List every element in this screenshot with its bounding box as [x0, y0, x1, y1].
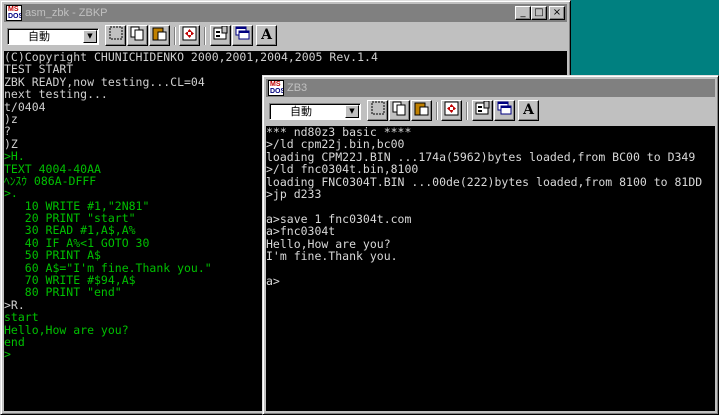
console-line: >/ld cpm22j.bin,bc00 [266, 137, 405, 152]
console-line: a> [266, 273, 280, 288]
background-button[interactable] [232, 25, 253, 46]
font-size-value: 自動 [28, 30, 50, 43]
paste-icon [414, 102, 429, 116]
dropdown-arrow-icon[interactable]: ▼ [83, 30, 97, 43]
background-icon [497, 101, 512, 115]
mark-icon [371, 101, 384, 115]
copy-button[interactable] [389, 100, 410, 121]
console-line: >jp d233 [266, 186, 322, 201]
mark-button[interactable] [105, 25, 126, 46]
dropdown-arrow-icon[interactable]: ▼ [345, 105, 359, 118]
console-line: loading FNC0304T.BIN ...00de(222)bytes l… [266, 174, 703, 189]
copy-button[interactable] [127, 25, 148, 46]
copy-icon [392, 101, 406, 116]
mark-button[interactable] [367, 100, 388, 121]
properties-button[interactable] [210, 25, 231, 46]
font-button[interactable]: A [256, 25, 277, 46]
paste-icon [152, 27, 167, 41]
console-line: TEST START [4, 62, 74, 77]
background-button[interactable] [494, 100, 515, 121]
console-output[interactable]: *** nd80z3 basic **** >/ld cpm22j.bin,bc0… [266, 126, 715, 411]
toolbar-separator [466, 102, 468, 120]
maximize-button[interactable]: □ [531, 6, 547, 20]
console-line: >/ld fnc0304t.bin,8100 [266, 162, 419, 177]
title-bar[interactable]: MS DOS ZB3 [266, 79, 715, 97]
background-icon [235, 26, 250, 40]
toolbar: 自動 ▼ A [4, 23, 567, 49]
properties-icon [475, 100, 490, 115]
font-size-select[interactable]: 自動 ▼ [269, 103, 361, 120]
font-size-select[interactable]: 自動 ▼ [7, 28, 99, 45]
toolbar-separator [174, 27, 176, 45]
fullscreen-icon [182, 26, 197, 41]
fullscreen-icon [444, 101, 459, 116]
fullscreen-button[interactable] [441, 100, 462, 121]
toolbar-separator [204, 27, 206, 45]
mark-icon [109, 26, 122, 40]
console-line: a>fnc0304t [266, 224, 336, 239]
paste-button[interactable] [411, 100, 432, 121]
close-button[interactable]: × [549, 6, 565, 20]
minimize-button[interactable]: _ [515, 6, 531, 20]
console-line: (C)Copyright CHUNICHIDENKO 2000,2001,200… [4, 51, 378, 64]
paste-button[interactable] [149, 25, 170, 46]
copy-icon [130, 26, 144, 41]
title-bar[interactable]: MS DOS asm_zbk - ZBKP _ □ × [4, 4, 567, 22]
zb3-window[interactable]: MS DOS ZB3 自動 ▼ A *** nd80z3 basic **** >/… [262, 75, 719, 415]
window-title: asm_zbk - ZBKP [25, 7, 108, 19]
properties-button[interactable] [472, 100, 493, 121]
app-icon[interactable]: MS DOS [268, 80, 284, 96]
font-button[interactable]: A [518, 100, 539, 121]
app-icon[interactable]: MS DOS [6, 5, 22, 21]
properties-icon [213, 25, 228, 40]
fullscreen-button[interactable] [179, 25, 200, 46]
font-size-value: 自動 [290, 105, 312, 118]
toolbar-separator [436, 102, 438, 120]
window-title: ZB3 [287, 82, 308, 94]
console-line: I'm fine.Thank you. [266, 248, 398, 263]
toolbar: 自動 ▼ A [266, 98, 715, 124]
